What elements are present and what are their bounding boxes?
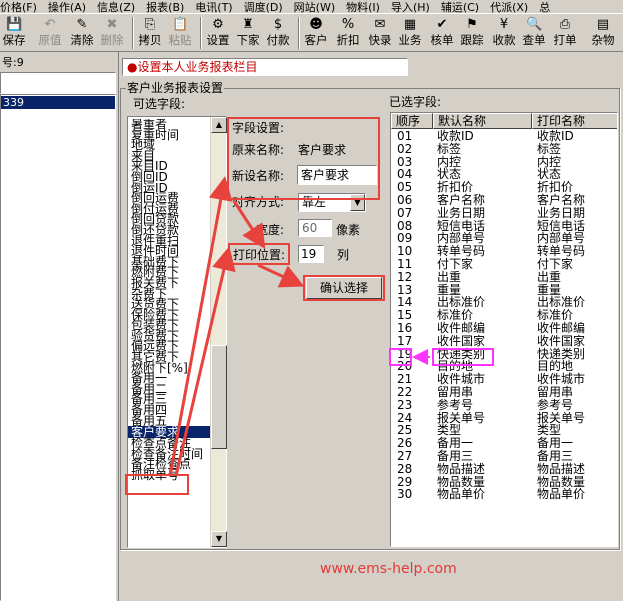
arrow-to-confirm <box>257 263 305 288</box>
arrow-to-field-settings <box>168 176 233 477</box>
arrow-to-print-position <box>174 246 236 477</box>
annotation-arrows <box>168 176 430 477</box>
arrow-to-print-position-box <box>232 200 266 250</box>
watermark-text: www.ems-help.com <box>320 561 457 577</box>
